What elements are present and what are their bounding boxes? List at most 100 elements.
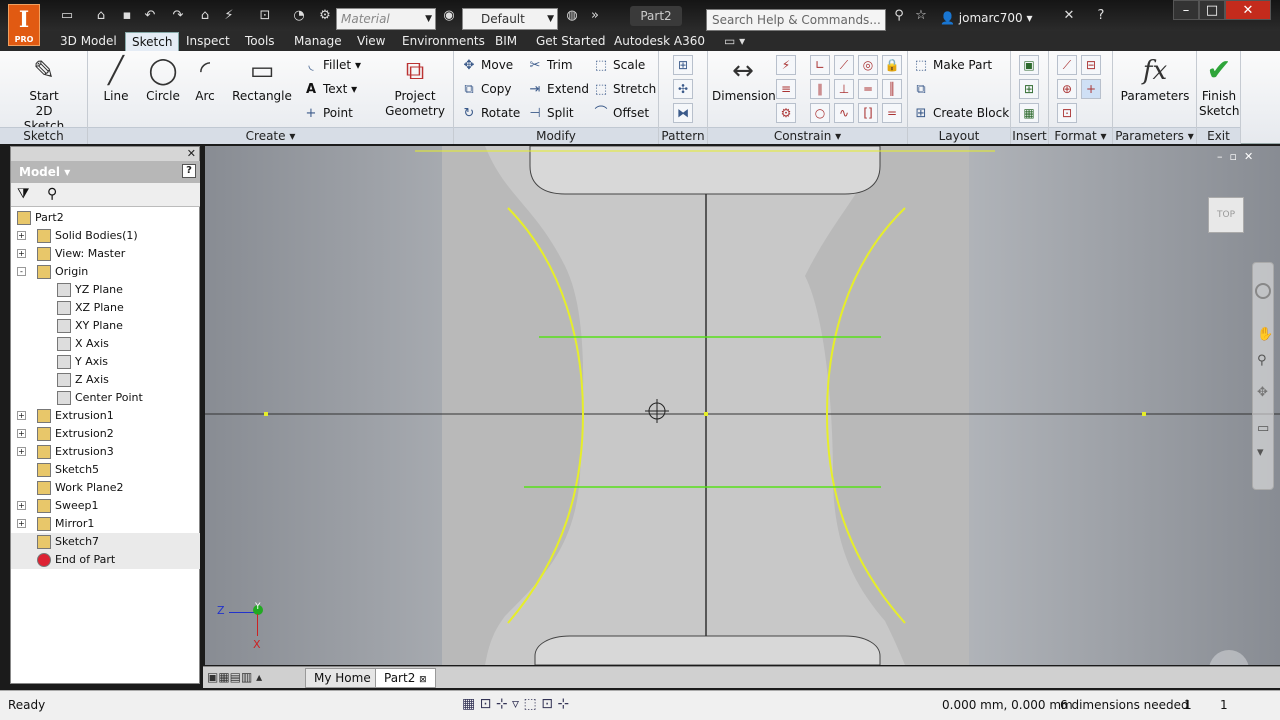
- app-logo[interactable]: I PRO: [8, 4, 40, 46]
- find-icon[interactable]: ⚲: [47, 186, 57, 202]
- collapse-icon[interactable]: -: [17, 267, 26, 276]
- tree-item[interactable]: + Extrusion3: [11, 443, 200, 461]
- camera-icon[interactable]: ▾: [1257, 445, 1264, 460]
- expand-icon[interactable]: +: [17, 447, 26, 456]
- zoom-icon[interactable]: ⚲: [1257, 353, 1267, 368]
- collinear-icon[interactable]: ⟋: [834, 55, 854, 75]
- tab-inspect[interactable]: Inspect: [180, 32, 236, 51]
- make-components-button[interactable]: ⧉: [912, 79, 933, 99]
- coincident-icon[interactable]: ∟: [810, 55, 830, 75]
- circle-button[interactable]: ◯ Circle: [140, 55, 186, 104]
- line-button[interactable]: ╱ Line: [94, 55, 138, 104]
- measure-icon[interactable]: ◔: [290, 8, 308, 24]
- home-icon[interactable]: ⌂: [196, 8, 214, 24]
- rotate-button[interactable]: ↻ Rotate: [460, 103, 521, 123]
- equal-icon[interactable]: =: [882, 103, 902, 123]
- points-icon[interactable]: ⊞: [1019, 79, 1039, 99]
- expand-icon[interactable]: +: [17, 411, 26, 420]
- pan-icon[interactable]: ✋: [1257, 327, 1273, 342]
- update-icon[interactable]: ⚡: [220, 8, 238, 24]
- finish-sketch-button[interactable]: ✔ Finish Sketch: [1199, 55, 1239, 119]
- tree-item[interactable]: YZ Plane: [11, 281, 200, 299]
- expand-icon[interactable]: +: [17, 429, 26, 438]
- graphics-viewport[interactable]: TOP ✋ ⚲ ✥ ▭ ▾ – ▫ ✕ Z Y X: [205, 146, 1280, 665]
- start-2d-sketch-button[interactable]: ✎ Start 2D Sketch: [14, 55, 74, 134]
- sketch-point-left[interactable]: [264, 412, 268, 416]
- tree-item[interactable]: - Origin: [11, 263, 200, 281]
- center-point-icon[interactable]: ⊕: [1057, 79, 1077, 99]
- tree-item[interactable]: Z Axis: [11, 371, 200, 389]
- view-face-icon[interactable]: ▭: [1257, 421, 1269, 436]
- tree-item[interactable]: Sketch5: [11, 461, 200, 479]
- tab-autodesk-a360[interactable]: Autodesk A360: [608, 32, 711, 51]
- tree-item[interactable]: + Sweep1: [11, 497, 200, 515]
- tab-environments[interactable]: Environments: [396, 32, 491, 51]
- parameters-button[interactable]: fx Parameters: [1119, 55, 1191, 104]
- new-icon[interactable]: ▭: [58, 8, 76, 24]
- create-block-button[interactable]: ⊞ Create Block: [912, 103, 1010, 123]
- concentric-icon[interactable]: ◎: [858, 55, 878, 75]
- star-icon[interactable]: ☆: [912, 8, 930, 24]
- user-account[interactable]: 👤 jomarc700 ▾: [940, 11, 1033, 25]
- tree-item[interactable]: XZ Plane: [11, 299, 200, 317]
- viewport-window-controls[interactable]: – ▫ ✕: [1217, 150, 1253, 163]
- constraint-settings-icon[interactable]: ⚙: [776, 103, 796, 123]
- centerline-icon[interactable]: ⊟: [1081, 55, 1101, 75]
- more-icon[interactable]: »: [586, 8, 604, 24]
- help-icon[interactable]: ?: [1092, 8, 1110, 24]
- maximize-button[interactable]: □: [1199, 0, 1225, 20]
- redo-icon[interactable]: ↷: [169, 8, 187, 24]
- tab-my-home[interactable]: My Home: [305, 668, 380, 688]
- dimension-button[interactable]: ↔ Dimension: [712, 55, 776, 104]
- expand-icon[interactable]: +: [17, 519, 26, 528]
- minimize-button[interactable]: –: [1173, 0, 1199, 20]
- fix-icon[interactable]: 🔒: [882, 55, 902, 75]
- offset-button[interactable]: ⌒ Offset: [592, 103, 649, 123]
- browser-title[interactable]: Model ▾?: [11, 161, 200, 183]
- tab-view[interactable]: View: [351, 32, 391, 51]
- show-constraints-icon[interactable]: ≡: [776, 79, 796, 99]
- stretch-button[interactable]: ⬚ Stretch: [592, 79, 656, 99]
- vertical-icon[interactable]: ║: [882, 79, 902, 99]
- move-button[interactable]: ✥ Move: [460, 55, 514, 75]
- tree-item[interactable]: XY Plane: [11, 317, 200, 335]
- mirror-icon[interactable]: ⧓: [673, 103, 693, 123]
- tree-item[interactable]: Work Plane2: [11, 479, 200, 497]
- tree-item[interactable]: Part2: [11, 209, 200, 227]
- viewcube[interactable]: TOP: [1208, 197, 1244, 233]
- perpendicular-icon[interactable]: ⊥: [834, 79, 854, 99]
- filter-icon[interactable]: ⧩: [17, 186, 30, 202]
- tree-item[interactable]: + Solid Bodies(1): [11, 227, 200, 245]
- fillet-button[interactable]: ◟ Fillet ▾: [302, 55, 361, 75]
- construction-icon[interactable]: ⟋: [1057, 55, 1077, 75]
- undo-icon[interactable]: ↶: [141, 8, 159, 24]
- settings-icon[interactable]: ⚙: [316, 8, 334, 24]
- tab-bim[interactable]: BIM: [489, 32, 523, 51]
- material-dropdown[interactable]: Material ▼: [336, 8, 436, 30]
- show-format-icon[interactable]: ⊡: [1057, 103, 1077, 123]
- search-input[interactable]: Search Help & Commands...: [706, 9, 886, 31]
- clear-appearance-icon[interactable]: ◍: [563, 8, 581, 24]
- symmetric-icon[interactable]: []: [858, 103, 878, 123]
- orbit-icon[interactable]: ✥: [1257, 385, 1268, 400]
- close-button[interactable]: ✕: [1225, 0, 1271, 20]
- scale-button[interactable]: ⬚ Scale: [592, 55, 645, 75]
- snap-tools-icons[interactable]: ▦ ⊡ ⊹ ▿ ⬚ ⊡ ⊹: [462, 696, 569, 712]
- tile-view-icons[interactable]: ▣▦▤▥ ▴: [207, 670, 262, 684]
- tangent-icon[interactable]: ○: [810, 103, 830, 123]
- tab-tools[interactable]: Tools: [239, 32, 281, 51]
- tab-get-started[interactable]: Get Started: [530, 32, 612, 51]
- tree-item[interactable]: + View: Master: [11, 245, 200, 263]
- tree-item[interactable]: Y Axis: [11, 353, 200, 371]
- save-icon[interactable]: ▪: [118, 8, 136, 24]
- sketch-point-center[interactable]: [704, 412, 708, 416]
- extend-button[interactable]: ⇥ Extend: [526, 79, 589, 99]
- parallel-icon[interactable]: ∥: [810, 79, 830, 99]
- steering-wheel-icon[interactable]: [1255, 283, 1271, 299]
- select-icon[interactable]: ⊡: [256, 8, 274, 24]
- driven-dimension-icon[interactable]: +: [1081, 79, 1101, 99]
- binoculars-icon[interactable]: ⚲: [890, 8, 908, 24]
- browser-close-icon[interactable]: ✕: [187, 147, 196, 160]
- tab-3d-model[interactable]: 3D Model: [54, 32, 123, 51]
- rectangular-pattern-icon[interactable]: ⊞: [673, 55, 693, 75]
